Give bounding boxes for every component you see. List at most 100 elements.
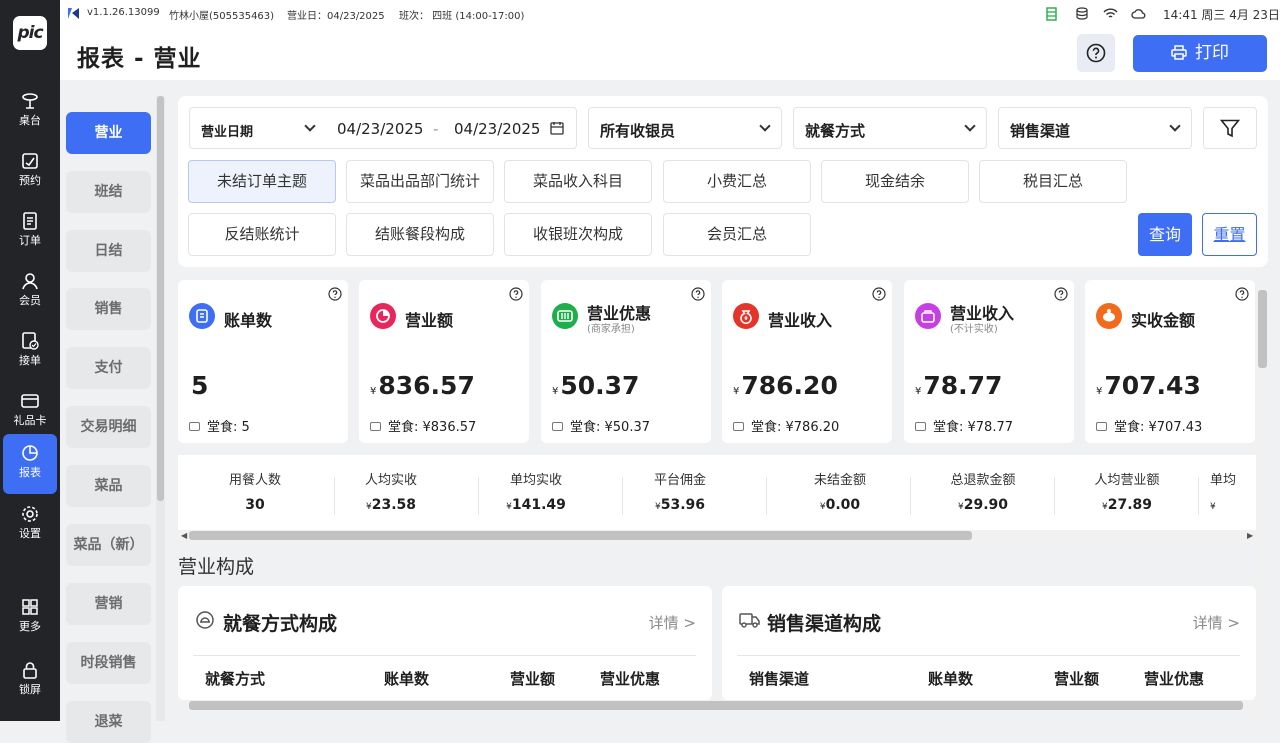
dine-in-icon [370, 422, 381, 431]
chevron-down-icon [759, 120, 771, 132]
stat-value: ¥50.37 [552, 371, 640, 400]
coupon-icon [552, 303, 578, 329]
nav-label: 订单 [19, 234, 41, 247]
scroll-right-arrow-icon[interactable]: ▶ [1247, 531, 1253, 540]
stat-detail: 堂食: ¥50.37 [552, 416, 650, 435]
cashier-select-value: 所有收银员 [600, 122, 676, 140]
details-link[interactable]: 详情 > [1193, 612, 1240, 633]
wifi-icon[interactable] [1103, 8, 1118, 19]
metrics-strip: 用餐人数 30 人均实收 ¥23.58 单均实收 ¥141.49 平台佣金 ¥53.96… [178, 455, 1256, 531]
database-icon[interactable] [1076, 7, 1088, 20]
dining-method-select[interactable]: 就餐方式 [793, 107, 987, 149]
money-bag-icon [733, 303, 759, 329]
lock-icon [23, 662, 37, 679]
nav-label: 礼品卡 [13, 414, 47, 427]
nav-label: 更多 [19, 620, 41, 633]
column-header: 销售渠道 [749, 670, 810, 688]
nav-item-reservation[interactable]: 预约 [3, 142, 57, 200]
calendar-icon[interactable] [550, 121, 564, 135]
report-tag[interactable]: 税目汇总 [979, 160, 1127, 203]
report-tag[interactable]: 会员汇总 [663, 213, 811, 256]
metric-item: 未结金额 ¥0.00 [813, 473, 866, 513]
nav-label: 接单 [19, 354, 41, 367]
cashier-select[interactable]: 所有收银员 [588, 107, 782, 149]
printer-status-icon[interactable] [1046, 7, 1057, 21]
nav-item-tables[interactable]: 桌台 [3, 82, 57, 140]
report-tag[interactable]: 反结账统计 [188, 213, 336, 256]
query-button[interactable]: 查询 [1138, 213, 1192, 256]
dining-method-value: 就餐方式 [805, 122, 866, 140]
metric-item: 单均实收 ¥141.49 [506, 473, 566, 513]
member-icon [22, 273, 38, 290]
report-tag[interactable]: 结账餐段构成 [346, 213, 494, 256]
filter-button[interactable] [1203, 107, 1257, 149]
stat-detail: 堂食: 5 [189, 416, 250, 435]
metric-item: 人均营业额 ¥27.89 [1094, 473, 1160, 513]
help-icon[interactable] [1054, 287, 1068, 301]
subnav-item[interactable]: 班结 [66, 171, 151, 213]
page-scroll-thumb[interactable] [189, 701, 1243, 710]
metric-item: 单均 ¥ [1210, 473, 1237, 512]
section-title: 营业构成 [178, 556, 255, 578]
sales-channel-panel: 销售渠道构成 详情 > 销售渠道 账单数 营业额 营业优惠 [722, 586, 1256, 700]
sales-channel-select[interactable]: 销售渠道 [998, 107, 1192, 149]
date-range-filter[interactable]: 营业日期 04/23/2025 - 04/23/2025 [189, 107, 577, 149]
report-icon [22, 445, 38, 461]
nav-item-orders[interactable]: 订单 [3, 202, 57, 260]
subnav-item[interactable]: 营业 [66, 112, 151, 154]
subnav-item[interactable]: 时段销售 [66, 642, 151, 684]
divider [193, 655, 696, 656]
subnav-item[interactable]: 销售 [66, 288, 151, 330]
help-button[interactable] [1077, 34, 1115, 72]
help-icon[interactable] [872, 287, 886, 301]
metric-item: 人均实收 ¥23.58 [364, 473, 417, 513]
nav-item-more[interactable]: 更多 [3, 588, 57, 646]
report-tag[interactable]: 小费汇总 [663, 160, 811, 203]
dine-in-icon [552, 422, 563, 431]
scroll-left-arrow-icon[interactable]: ◀ [181, 531, 187, 540]
subnav-scroll-thumb[interactable] [157, 96, 164, 501]
stat-subtitle: (商家承担) [587, 324, 635, 335]
print-button[interactable]: 打印 [1133, 35, 1267, 72]
subnav-item[interactable]: 交易明细 [66, 406, 151, 448]
report-tag[interactable]: 未结订单主题 [188, 160, 336, 203]
report-tag[interactable]: 收银班次构成 [504, 213, 652, 256]
date-type-select[interactable]: 营业日期 [201, 121, 253, 140]
nav-item-settings[interactable]: 设置 [3, 495, 57, 553]
help-icon[interactable] [328, 287, 342, 301]
nav-item-members[interactable]: 会员 [3, 262, 57, 320]
subnav-item[interactable]: 日结 [66, 230, 151, 272]
nav-item-lock[interactable]: 锁屏 [3, 651, 57, 709]
nav-item-gift-card[interactable]: 礼品卡 [3, 382, 57, 440]
report-tag[interactable]: 菜品收入科目 [504, 160, 652, 203]
report-tag[interactable]: 菜品出品部门统计 [346, 160, 494, 203]
help-icon[interactable] [1235, 287, 1249, 301]
dining-method-panel: 就餐方式构成 详情 > 就餐方式 账单数 营业额 营业优惠 [178, 586, 712, 700]
nav-item-reports[interactable]: 报表 [3, 434, 57, 494]
metrics-scroll-thumb[interactable] [189, 531, 972, 540]
subnav-item[interactable]: 菜品 [66, 465, 151, 507]
subnav-item[interactable]: 退菜 [66, 701, 151, 743]
date-to[interactable]: 04/23/2025 [454, 120, 540, 138]
gift-card-icon [21, 394, 39, 408]
cloud-icon[interactable] [1131, 8, 1146, 19]
column-header: 账单数 [384, 670, 430, 688]
content-vertical-scroll-thumb[interactable] [1258, 290, 1267, 368]
column-header: 营业优惠 [600, 670, 661, 688]
pie-chart-icon [370, 303, 396, 329]
metric-divider [1198, 477, 1199, 515]
reset-button[interactable]: 重置 [1202, 213, 1257, 256]
subnav-item[interactable]: 支付 [66, 347, 151, 389]
nav-item-accept-orders[interactable]: 接单 [3, 322, 57, 380]
help-icon [1086, 43, 1106, 63]
metric-item: 平台佣金 ¥53.96 [653, 473, 706, 513]
bill-icon [189, 303, 215, 329]
date-from[interactable]: 04/23/2025 [337, 120, 423, 138]
report-tag[interactable]: 现金结余 [821, 160, 969, 203]
subnav-item[interactable]: 营销 [66, 583, 151, 625]
details-link[interactable]: 详情 > [649, 612, 696, 633]
stat-value: ¥78.77 [915, 371, 1003, 400]
help-icon[interactable] [509, 287, 523, 301]
help-icon[interactable] [691, 287, 705, 301]
subnav-item[interactable]: 菜品（新） [66, 524, 151, 566]
